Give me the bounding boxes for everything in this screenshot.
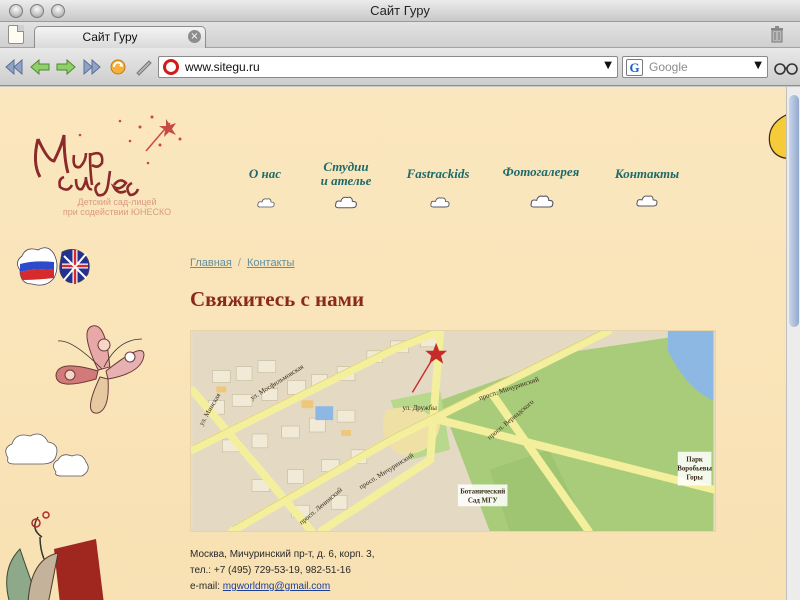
tab-label: Сайт Гуру [82, 30, 138, 44]
breadcrumb-current-link[interactable]: Контакты [247, 257, 295, 269]
location-map[interactable]: ул. Мосфильмовская просп. Мичуринский пр… [190, 330, 716, 532]
clouds-decoration [5, 433, 89, 477]
back-arrow-icon[interactable] [30, 58, 50, 76]
nav-label: Fastrackids [406, 166, 470, 181]
page-title: Свяжитесь с нами [190, 287, 365, 311]
window-title: Сайт Гуру [370, 3, 430, 18]
nav-item-contacts[interactable]: Контакты [606, 167, 688, 181]
map-pond [315, 406, 334, 421]
map-label-park: Сад МГУ [468, 497, 498, 504]
map-label-park: Парк [686, 457, 703, 464]
butterfly-decoration [55, 325, 145, 414]
map-label-park: Воробьевы [677, 466, 712, 473]
contact-address: Москва, Мичуринский пр-т, д. 6, корп. 3, [190, 549, 375, 560]
cloud-icon [530, 195, 554, 208]
contact-email-line: e-mail: mgworldmg@gmail.com [190, 581, 330, 592]
breadcrumb-home-link[interactable]: Главная [190, 257, 232, 269]
contact-phone: тел.: +7 (495) 729-53-19, 982-51-16 [190, 565, 351, 576]
nav-item-studios[interactable]: Студии и ателье [310, 160, 382, 188]
flower-decoration [6, 511, 104, 600]
rewind-icon[interactable] [4, 58, 24, 76]
search-input[interactable]: G Google ▼ [622, 56, 768, 78]
search-placeholder: Google [649, 60, 688, 74]
reload-icon[interactable] [108, 58, 128, 76]
fast-forward-icon[interactable] [82, 58, 102, 76]
nav-item-fastrackids[interactable]: Fastrackids [398, 167, 478, 181]
forward-arrow-icon[interactable] [56, 58, 76, 76]
nav-item-photogallery[interactable]: Фотогалерея [494, 165, 588, 179]
language-flags[interactable] [14, 240, 92, 292]
nav-label: О нас [248, 166, 282, 181]
breadcrumb-separator: / [237, 257, 241, 269]
address-bar[interactable]: www.sitegu.ru ▼ [158, 56, 618, 78]
glasses-icon[interactable] [774, 61, 798, 75]
scrollbar-thumb[interactable] [789, 95, 799, 327]
window-titlebar: Сайт Гуру [0, 0, 800, 22]
opera-o-icon [163, 59, 179, 75]
page-viewport: Детский сад-лицей при содействии ЮНЕСКО … [0, 87, 786, 600]
map-label-street: ул. Дружбы [403, 405, 438, 412]
logo-subtitle-line-2: при содействии ЮНЕСКО [62, 207, 172, 217]
tab-close-icon[interactable]: × [188, 30, 201, 43]
cloud-icon [257, 198, 275, 208]
google-icon[interactable]: G [626, 59, 643, 76]
new-tab-icon[interactable] [8, 25, 24, 44]
map-label-park: Ботанический [460, 488, 505, 495]
trash-icon[interactable] [770, 26, 784, 43]
tab-bar: Сайт Гуру × [0, 22, 800, 48]
contact-email-label: e-mail: [190, 581, 223, 592]
nav-label: Контакты [614, 166, 680, 181]
address-url: www.sitegu.ru [185, 60, 260, 74]
cloud-icon [334, 196, 357, 209]
logo-subtitle-line-1: Детский сад-лицей [77, 197, 157, 207]
sun-decoration [768, 114, 786, 159]
page-scrollbar[interactable] [786, 87, 800, 600]
nav-item-about[interactable]: О нас [236, 167, 294, 181]
cloud-icon [430, 197, 450, 208]
contact-email-link[interactable]: mgworldmg@gmail.com [223, 581, 330, 592]
map-label-park: Горы [686, 475, 703, 482]
browser-toolbar: www.sitegu.ru ▼ G Google ▼ [0, 48, 800, 86]
nav-label: Студии [323, 159, 369, 174]
address-dropdown-icon[interactable]: ▼ [604, 60, 612, 71]
tab-active[interactable]: Сайт Гуру × [34, 26, 206, 48]
nav-label: Фотогалерея [502, 164, 580, 179]
cloud-icon [636, 195, 658, 207]
logo-subtitle: Детский сад-лицей при содействии ЮНЕСКО [57, 197, 177, 217]
search-engine-dropdown-icon[interactable]: ▼ [754, 60, 762, 71]
edit-pen-icon[interactable] [134, 58, 154, 76]
breadcrumb: Главная / Контакты [190, 257, 294, 269]
nav-label-line-2: и ателье [320, 173, 372, 188]
